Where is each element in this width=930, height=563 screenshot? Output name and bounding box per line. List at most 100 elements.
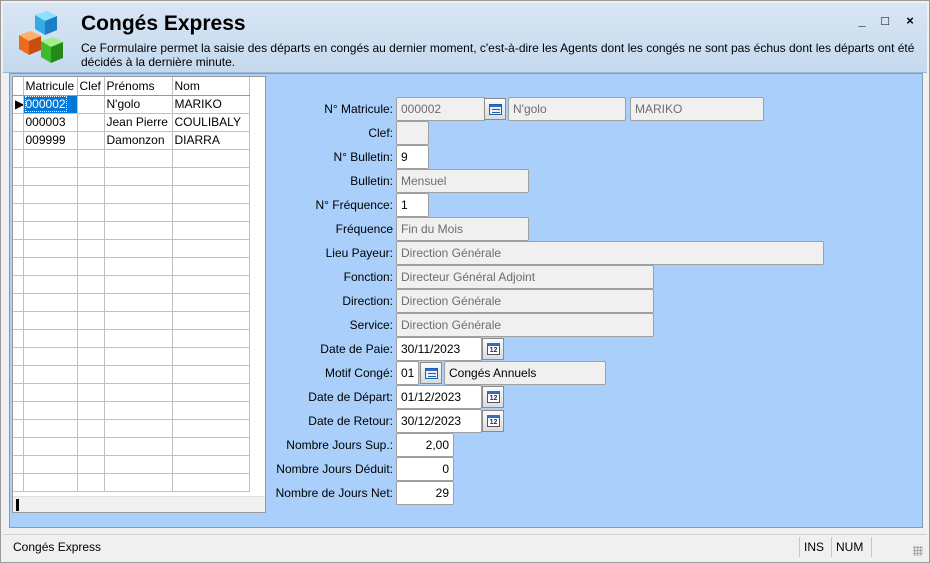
jours-net-field[interactable]: 29 (396, 481, 454, 505)
row-selector[interactable] (13, 311, 24, 330)
empty-cell[interactable] (104, 275, 173, 294)
empty-cell[interactable] (77, 149, 105, 168)
empty-cell[interactable] (104, 347, 173, 366)
column-header-prenoms[interactable]: Prénoms (104, 77, 173, 96)
date-paie-field[interactable]: 30/11/2023 (396, 337, 482, 361)
row-selector[interactable] (13, 257, 24, 276)
empty-cell[interactable] (77, 401, 105, 420)
empty-cell[interactable] (77, 293, 105, 312)
empty-cell[interactable] (23, 221, 78, 240)
empty-cell[interactable] (23, 185, 78, 204)
empty-cell[interactable] (104, 239, 173, 258)
row-selector[interactable] (13, 473, 24, 492)
jours-sup-field[interactable]: 2,00 (396, 433, 454, 457)
row-selector[interactable] (13, 203, 24, 222)
resize-grip-icon[interactable] (913, 546, 923, 556)
date-paie-calendar-button[interactable]: 12 (482, 338, 504, 360)
empty-cell[interactable] (23, 455, 78, 474)
empty-cell[interactable] (77, 311, 105, 330)
close-button[interactable]: × (899, 11, 921, 31)
minimize-button[interactable]: _ (851, 11, 873, 31)
row-selector[interactable] (13, 275, 24, 294)
empty-cell[interactable] (77, 239, 105, 258)
empty-cell[interactable] (104, 257, 173, 276)
empty-cell[interactable] (23, 149, 78, 168)
empty-cell[interactable] (23, 365, 78, 384)
empty-cell[interactable] (77, 257, 105, 276)
date-depart-calendar-button[interactable]: 12 (482, 386, 504, 408)
row-selector[interactable] (13, 347, 24, 366)
date-retour-field[interactable]: 30/12/2023 (396, 409, 482, 433)
row-selector[interactable] (13, 221, 24, 240)
empty-cell[interactable] (77, 473, 105, 492)
empty-cell[interactable] (23, 437, 78, 456)
empty-cell[interactable] (104, 419, 173, 438)
cell-matricule[interactable]: 000002 (23, 95, 78, 114)
current-row-marker[interactable]: ▶ (13, 95, 24, 114)
cell-matricule[interactable]: 009999 (23, 131, 78, 150)
empty-cell[interactable] (23, 419, 78, 438)
cell-clef[interactable] (77, 113, 105, 132)
empty-cell[interactable] (77, 203, 105, 222)
row-selector[interactable] (13, 293, 24, 312)
empty-cell[interactable] (23, 293, 78, 312)
empty-cell[interactable] (77, 221, 105, 240)
empty-cell[interactable] (77, 419, 105, 438)
row-selector[interactable] (13, 437, 24, 456)
row-selector[interactable] (13, 149, 24, 168)
row-selector[interactable] (13, 185, 24, 204)
row-selector[interactable] (13, 383, 24, 402)
empty-cell[interactable] (104, 203, 173, 222)
frequence-no-field[interactable]: 1 (396, 193, 429, 217)
empty-cell[interactable] (23, 167, 78, 186)
empty-cell[interactable] (104, 401, 173, 420)
empty-cell[interactable] (23, 203, 78, 222)
row-selector[interactable] (13, 365, 24, 384)
empty-cell[interactable] (104, 293, 173, 312)
empty-cell[interactable] (23, 383, 78, 402)
empty-cell[interactable] (104, 473, 173, 492)
empty-cell[interactable] (77, 329, 105, 348)
empty-cell[interactable] (104, 329, 173, 348)
cell-prenoms[interactable]: N'golo (104, 95, 173, 114)
empty-cell[interactable] (23, 257, 78, 276)
empty-cell[interactable] (77, 365, 105, 384)
row-selector[interactable] (13, 131, 24, 150)
cell-clef[interactable] (77, 131, 105, 150)
cell-matricule[interactable]: 000003 (23, 113, 78, 132)
date-retour-calendar-button[interactable]: 12 (482, 410, 504, 432)
empty-cell[interactable] (77, 437, 105, 456)
row-selector[interactable] (13, 239, 24, 258)
row-selector[interactable] (13, 167, 24, 186)
empty-cell[interactable] (104, 185, 173, 204)
cell-prenoms[interactable]: Jean Pierre (104, 113, 173, 132)
empty-cell[interactable] (104, 365, 173, 384)
empty-cell[interactable] (23, 329, 78, 348)
empty-cell[interactable] (77, 455, 105, 474)
empty-cell[interactable] (77, 383, 105, 402)
empty-cell[interactable] (77, 167, 105, 186)
empty-cell[interactable] (23, 311, 78, 330)
column-header-nom[interactable]: Nom (172, 77, 250, 96)
jours-deduit-field[interactable]: 0 (396, 457, 454, 481)
empty-cell[interactable] (23, 347, 78, 366)
empty-cell[interactable] (23, 275, 78, 294)
empty-cell[interactable] (77, 347, 105, 366)
column-header-matricule[interactable]: Matricule (23, 77, 78, 96)
empty-cell[interactable] (23, 239, 78, 258)
empty-cell[interactable] (104, 437, 173, 456)
bulletin-no-field[interactable]: 9 (396, 145, 429, 169)
empty-cell[interactable] (104, 455, 173, 474)
empty-cell[interactable] (104, 311, 173, 330)
matricule-list-button[interactable] (484, 98, 506, 120)
cell-prenoms[interactable]: Damonzon (104, 131, 173, 150)
empty-cell[interactable] (77, 185, 105, 204)
empty-cell[interactable] (23, 401, 78, 420)
empty-cell[interactable] (104, 167, 173, 186)
row-selector[interactable] (13, 401, 24, 420)
empty-cell[interactable] (77, 275, 105, 294)
scrollbar-thumb[interactable] (16, 499, 19, 511)
motif-conge-list-button[interactable] (420, 362, 442, 384)
motif-conge-code-field[interactable]: 01 (396, 361, 419, 385)
maximize-button[interactable]: □ (874, 11, 896, 31)
